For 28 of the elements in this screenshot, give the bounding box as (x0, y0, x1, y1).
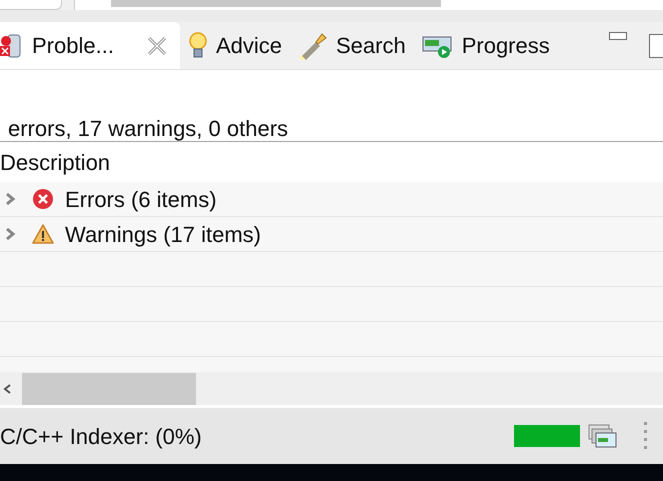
close-icon[interactable] (146, 36, 168, 56)
view-tab[interactable]: Proble... (0, 22, 180, 69)
windows-icon[interactable] (588, 424, 618, 448)
tab-label: Search (336, 32, 406, 60)
status-text: C/C++ Indexer: (0%) (0, 422, 202, 450)
flashlight-icon (298, 32, 328, 60)
lightbulb-icon (188, 30, 208, 60)
warning-icon (32, 223, 54, 245)
error-icon (32, 188, 54, 210)
maximize-button[interactable] (649, 34, 663, 58)
view-tab[interactable]: Advice (180, 22, 290, 69)
tab-label: Proble... (32, 32, 114, 60)
minimize-button[interactable] (609, 32, 627, 40)
view-tab[interactable]: Progress (414, 22, 558, 69)
tab-label: Progress (462, 32, 550, 60)
tab-label: Advice (216, 32, 282, 60)
chevron-right-icon[interactable] (4, 227, 18, 241)
problems-summary: errors, 17 warnings, 0 others (0, 116, 663, 142)
tree-row[interactable]: Errors (6 items) (0, 182, 663, 217)
row-label: Errors (6 items) (65, 186, 217, 214)
tree-row[interactable]: Warnings (17 items) (0, 217, 663, 252)
view-tab[interactable]: Search (290, 22, 414, 69)
scrollbar-thumb[interactable] (22, 372, 196, 404)
scrollbar-thumb[interactable] (111, 0, 441, 7)
column-header[interactable]: Description (0, 142, 663, 182)
grip-icon[interactable] (644, 422, 648, 450)
row-label: Warnings (17 items) (65, 220, 262, 249)
chevron-right-icon[interactable] (4, 192, 18, 206)
